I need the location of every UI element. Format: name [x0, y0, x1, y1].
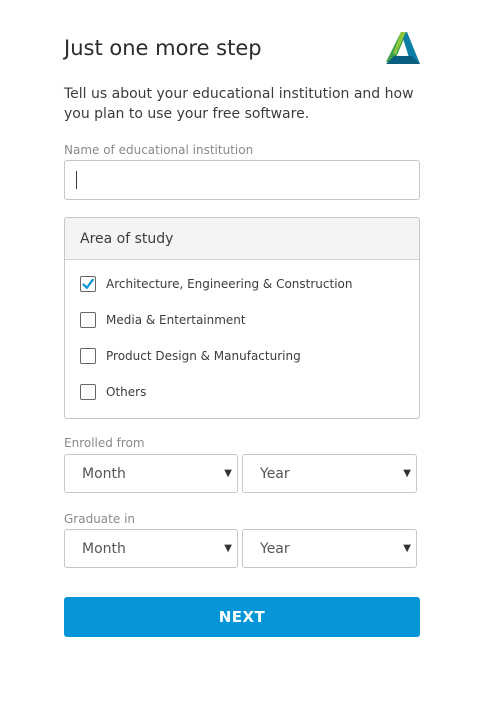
intro-text: Tell us about your educational instituti… — [64, 86, 414, 122]
graduate-year-select[interactable]: Year ▼ — [242, 529, 417, 568]
select-value: Month — [82, 465, 126, 482]
checkbox-icon[interactable] — [80, 348, 96, 364]
checkbox-icon[interactable] — [80, 384, 96, 400]
dropdown-arrow-icon: ▼ — [224, 543, 232, 554]
study-option-media[interactable]: Media & Entertainment — [80, 312, 246, 328]
page-title: Just one more step — [64, 36, 262, 60]
select-value: Year — [260, 540, 290, 557]
text-cursor — [76, 171, 77, 189]
area-of-study-heading: Area of study — [65, 218, 419, 260]
study-option-label: Product Design & Manufacturing — [106, 349, 301, 363]
study-option-product-design[interactable]: Product Design & Manufacturing — [80, 348, 301, 364]
dropdown-arrow-icon: ▼ — [403, 543, 411, 554]
study-option-architecture[interactable]: Architecture, Engineering & Construction — [80, 276, 353, 292]
checkbox-icon[interactable] — [80, 312, 96, 328]
study-option-label: Architecture, Engineering & Construction — [106, 277, 353, 291]
institution-label: Name of educational institution — [64, 143, 254, 157]
graduate-month-select[interactable]: Month ▼ — [64, 529, 238, 568]
study-option-others[interactable]: Others — [80, 384, 146, 400]
dropdown-arrow-icon: ▼ — [224, 468, 232, 479]
graduate-label: Graduate in — [64, 512, 136, 526]
dropdown-arrow-icon: ▼ — [403, 468, 411, 479]
select-value: Month — [82, 540, 126, 557]
next-button[interactable]: NEXT — [64, 597, 420, 637]
select-value: Year — [260, 465, 290, 482]
study-option-label: Media & Entertainment — [106, 313, 246, 327]
study-option-label: Others — [106, 385, 147, 399]
enrolled-label: Enrolled from — [64, 436, 145, 450]
autodesk-logo-icon — [386, 32, 420, 64]
area-of-study-panel: Area of study Architecture, Engineering … — [64, 217, 420, 419]
checkbox-checked-icon[interactable] — [80, 276, 96, 292]
institution-input[interactable] — [64, 160, 420, 200]
enrolled-month-select[interactable]: Month ▼ — [64, 454, 238, 493]
enrolled-year-select[interactable]: Year ▼ — [242, 454, 417, 493]
